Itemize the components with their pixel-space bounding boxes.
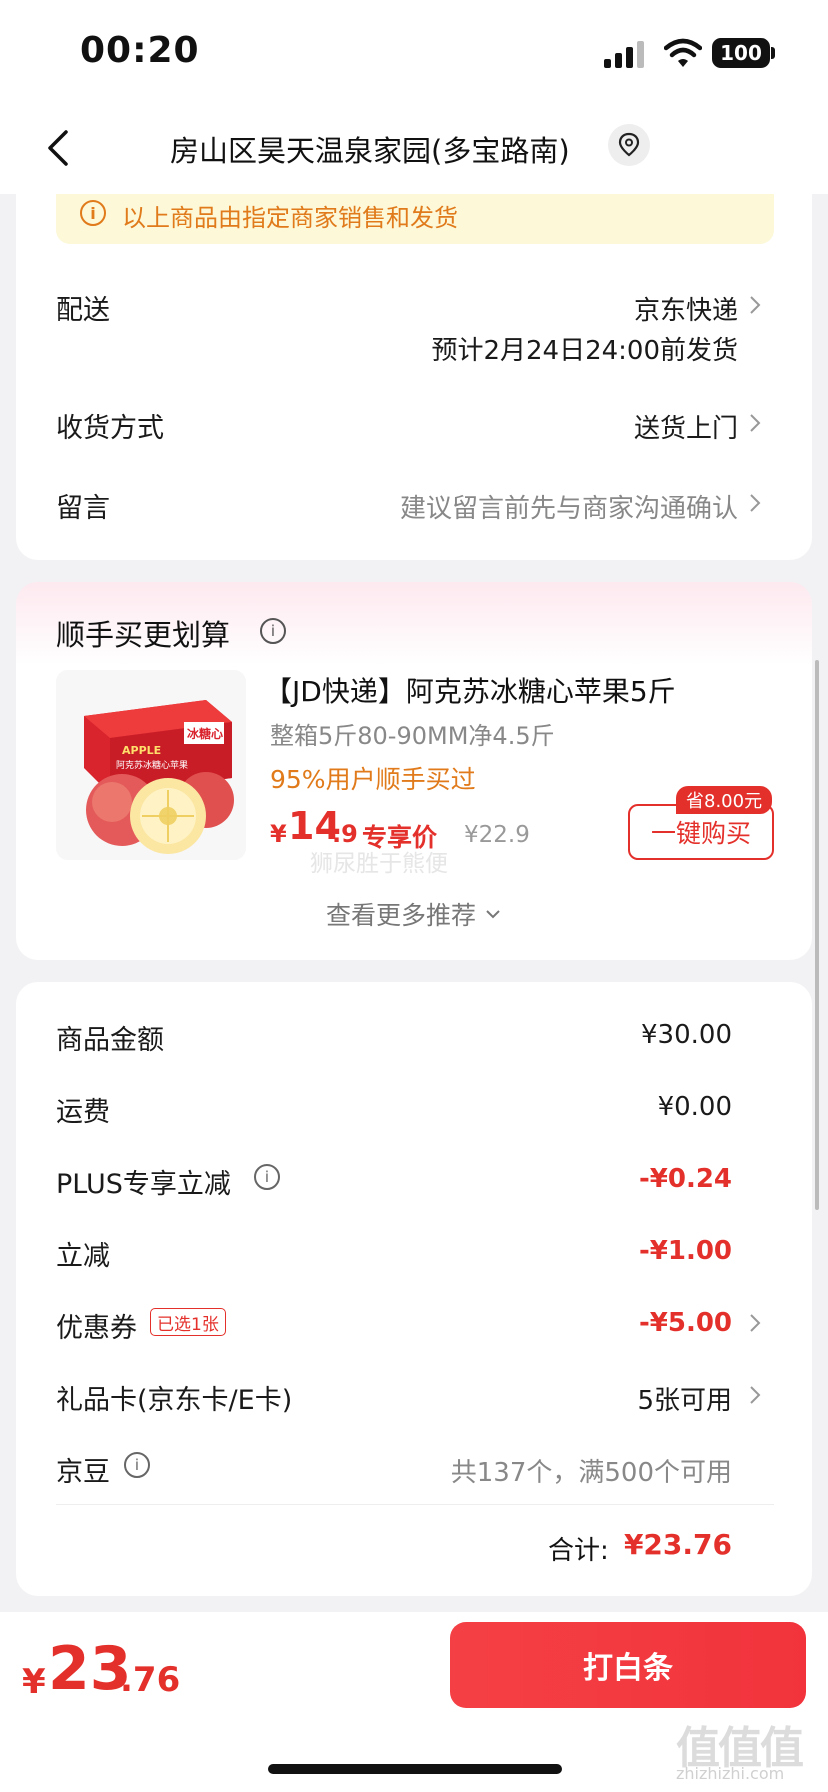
pay-baitiao-button[interactable]: 打白条	[450, 1622, 806, 1708]
product-image[interactable]: APPLE 阿克苏冰糖心苹果 冰糖心	[56, 670, 246, 860]
image-text-brand: 阿克苏冰糖心苹果	[116, 759, 188, 771]
status-bar: 00:20 100	[0, 0, 828, 100]
total-currency: ¥	[22, 1662, 46, 1702]
delivery-card: i 以上商品由指定商家销售和发货 配送 京东快递 预计2月24日24:00前发货…	[16, 194, 812, 560]
coupon-selected-badge: 已选1张	[150, 1308, 226, 1336]
chevron-right-icon[interactable]	[748, 1384, 762, 1406]
price-currency: ¥	[270, 820, 287, 848]
recommend-card: 顺手买更划算 i APPLE 阿克苏冰糖心苹果 冰糖心 【JD快递】阿克苏冰糖心…	[16, 582, 812, 960]
receive-method-label: 收货方式	[56, 413, 164, 444]
jingdou-label: 京豆	[56, 1457, 110, 1488]
product-title[interactable]: 【JD快递】阿克苏冰糖心苹果5斤	[264, 670, 676, 710]
nav-header: 房山区昊天温泉家园(多宝路南)	[0, 100, 828, 194]
battery-icon: 100	[712, 38, 770, 68]
save-badge: 省8.00元	[676, 786, 773, 814]
instant-discount-value: -¥1.00	[638, 1236, 732, 1266]
location-pin-icon[interactable]	[608, 124, 650, 166]
chevron-right-icon[interactable]	[748, 492, 762, 514]
instant-discount-label: 立减	[56, 1241, 110, 1272]
shipping-label: 运费	[56, 1097, 110, 1128]
jingdou-value: 共137个，满500个可用	[450, 1458, 732, 1488]
info-icon: i	[80, 200, 106, 226]
chevron-right-icon[interactable]	[748, 1312, 762, 1334]
recommend-title: 顺手买更划算	[56, 618, 231, 652]
original-price: ¥22.9	[464, 822, 530, 848]
plus-discount-value: -¥0.24	[638, 1164, 732, 1194]
divider	[56, 1504, 774, 1505]
home-indicator[interactable]	[268, 1764, 562, 1774]
total-label-text: 合计:	[547, 1536, 609, 1566]
message-input[interactable]: 建议留言前先与商家沟通确认	[400, 488, 738, 525]
battery-level: 100	[720, 41, 762, 65]
total-value: ¥23.76	[623, 1528, 732, 1561]
more-recommendations-link[interactable]: 查看更多推荐	[326, 896, 502, 932]
delivery-value[interactable]: 京东快递	[634, 290, 738, 327]
page-title[interactable]: 房山区昊天温泉家园(多宝路南)	[170, 128, 570, 170]
notice-text: 以上商品由指定商家销售和发货	[122, 204, 458, 232]
info-icon[interactable]: i	[124, 1452, 150, 1478]
gift-card-label: 礼品卡(京东卡/E卡)	[56, 1385, 293, 1416]
wifi-icon	[664, 38, 702, 67]
total-amount-decimal: .76	[120, 1660, 181, 1700]
receive-method-value[interactable]: 送货上门	[634, 408, 738, 445]
seller-notice: i 以上商品由指定商家销售和发货	[56, 194, 774, 244]
coupon-label: 优惠券	[56, 1313, 137, 1344]
product-spec: 整箱5斤80-90MM净4.5斤	[270, 722, 555, 750]
bottom-bar: ¥ 23 .76 打白条 值值值 zhizhizhi.com	[0, 1612, 828, 1792]
watermark: 狮尿胜于熊便	[310, 851, 448, 877]
total-amount-integer: 23	[48, 1634, 132, 1704]
shipping-value: ¥0.00	[657, 1092, 732, 1122]
gift-card-value[interactable]: 5张可用	[637, 1380, 732, 1417]
info-icon[interactable]: i	[260, 618, 286, 644]
delivery-eta: 预计2月24日24:00前发货	[431, 336, 738, 366]
chevron-left-icon[interactable]	[40, 124, 80, 172]
more-label: 查看更多推荐	[326, 901, 477, 930]
message-label: 留言	[56, 493, 110, 524]
chevron-down-icon	[486, 910, 500, 919]
chevron-right-icon[interactable]	[748, 412, 762, 434]
image-text-label: 冰糖心	[187, 726, 223, 741]
coupon-value[interactable]: -¥5.00	[639, 1308, 732, 1338]
delivery-label: 配送	[56, 295, 110, 326]
info-icon[interactable]: i	[254, 1164, 280, 1190]
image-text-apple: APPLE	[122, 744, 161, 757]
goods-amount-value: ¥30.00	[641, 1020, 732, 1050]
scrollbar[interactable]	[815, 660, 819, 1210]
chevron-right-icon[interactable]	[748, 294, 762, 316]
cellular-signal-icon	[604, 40, 646, 68]
plus-discount-label: PLUS专享立减	[56, 1169, 231, 1200]
corner-watermark-url: zhizhizhi.com	[676, 1764, 785, 1783]
price-card: 商品金额 ¥30.00 运费 ¥0.00 PLUS专享立减 i -¥0.24 立…	[16, 982, 812, 1596]
goods-amount-label: 商品金额	[56, 1025, 164, 1056]
status-time: 00:20	[80, 30, 200, 71]
battery-tip	[771, 47, 775, 59]
product-social-proof: 95%用户顺手买过	[270, 765, 476, 794]
